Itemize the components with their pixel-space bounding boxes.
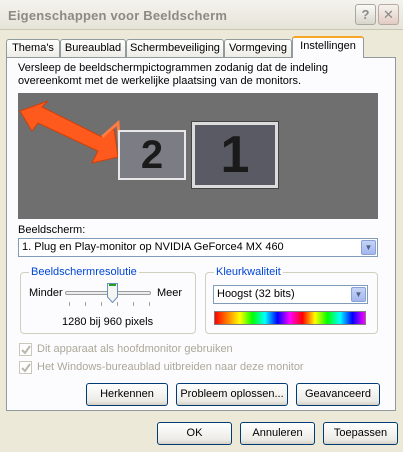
check-icon bbox=[21, 345, 31, 355]
close-button[interactable]: ✕ bbox=[378, 4, 399, 25]
resolution-min-label: Minder bbox=[29, 287, 63, 299]
slider-tick bbox=[69, 302, 70, 306]
primary-monitor-checkbox[interactable] bbox=[19, 343, 32, 356]
color-quality-value: Hoogst (32 bits) bbox=[217, 288, 295, 300]
apply-button[interactable]: Toepassen bbox=[323, 422, 398, 445]
slider-tick bbox=[149, 302, 150, 306]
extend-desktop-label: Het Windows-bureaublad uitbreiden naar d… bbox=[37, 361, 304, 373]
resolution-legend: Beeldschermresolutie bbox=[29, 266, 139, 278]
tab-themas[interactable]: Thema's bbox=[6, 39, 60, 58]
arrangement-description: Versleep de beeldschermpictogrammen zoda… bbox=[18, 62, 329, 87]
chevron-down-icon[interactable]: ▼ bbox=[351, 287, 366, 302]
tab-vormgeving[interactable]: Vormgeving bbox=[224, 39, 292, 58]
extend-desktop-checkbox[interactable] bbox=[19, 361, 32, 374]
tab-bureaublad[interactable]: Bureaublad bbox=[60, 39, 126, 58]
troubleshoot-button[interactable]: Probleem oplossen... bbox=[176, 383, 288, 406]
resolution-slider-thumb[interactable] bbox=[106, 283, 118, 303]
advanced-button[interactable]: Geavanceerd bbox=[296, 383, 380, 406]
color-spectrum-preview bbox=[214, 311, 366, 325]
window-title: Eigenschappen voor Beeldscherm bbox=[8, 8, 228, 23]
tab-schermbeveiliging[interactable]: Schermbeveiliging bbox=[126, 39, 224, 58]
slider-tick bbox=[133, 302, 134, 306]
primary-monitor-label: Dit apparaat als hoofdmonitor gebruiken bbox=[37, 343, 233, 355]
color-quality-select[interactable]: Hoogst (32 bits) ▼ bbox=[213, 285, 368, 304]
display-select-value: 1. Plug en Play-monitor op NVIDIA GeForc… bbox=[22, 241, 284, 253]
display-select[interactable]: 1. Plug en Play-monitor op NVIDIA GeForc… bbox=[18, 238, 378, 257]
check-icon bbox=[21, 363, 31, 373]
chevron-down-icon[interactable]: ▼ bbox=[361, 240, 376, 255]
title-bar[interactable]: Eigenschappen voor Beeldscherm ? ✕ bbox=[0, 0, 403, 30]
slider-tick bbox=[85, 302, 86, 306]
cancel-button[interactable]: Annuleren bbox=[240, 422, 315, 445]
resolution-max-label: Meer bbox=[157, 287, 183, 299]
resolution-value: 1280 bij 960 pixels bbox=[62, 316, 154, 328]
slider-tick bbox=[101, 302, 102, 306]
monitor-1-icon[interactable]: 1 bbox=[191, 121, 279, 189]
ok-button[interactable]: OK bbox=[157, 422, 232, 445]
identify-button[interactable]: Herkennen bbox=[86, 383, 168, 406]
monitor-2-icon[interactable]: 2 bbox=[118, 130, 186, 180]
help-button[interactable]: ? bbox=[355, 4, 376, 25]
monitor-arrangement-area[interactable]: 2 1 bbox=[18, 93, 378, 219]
display-label: Beeldscherm: bbox=[18, 224, 86, 236]
color-quality-legend: Kleurkwaliteit bbox=[214, 266, 283, 278]
tab-instellingen[interactable]: Instellingen bbox=[292, 36, 364, 58]
